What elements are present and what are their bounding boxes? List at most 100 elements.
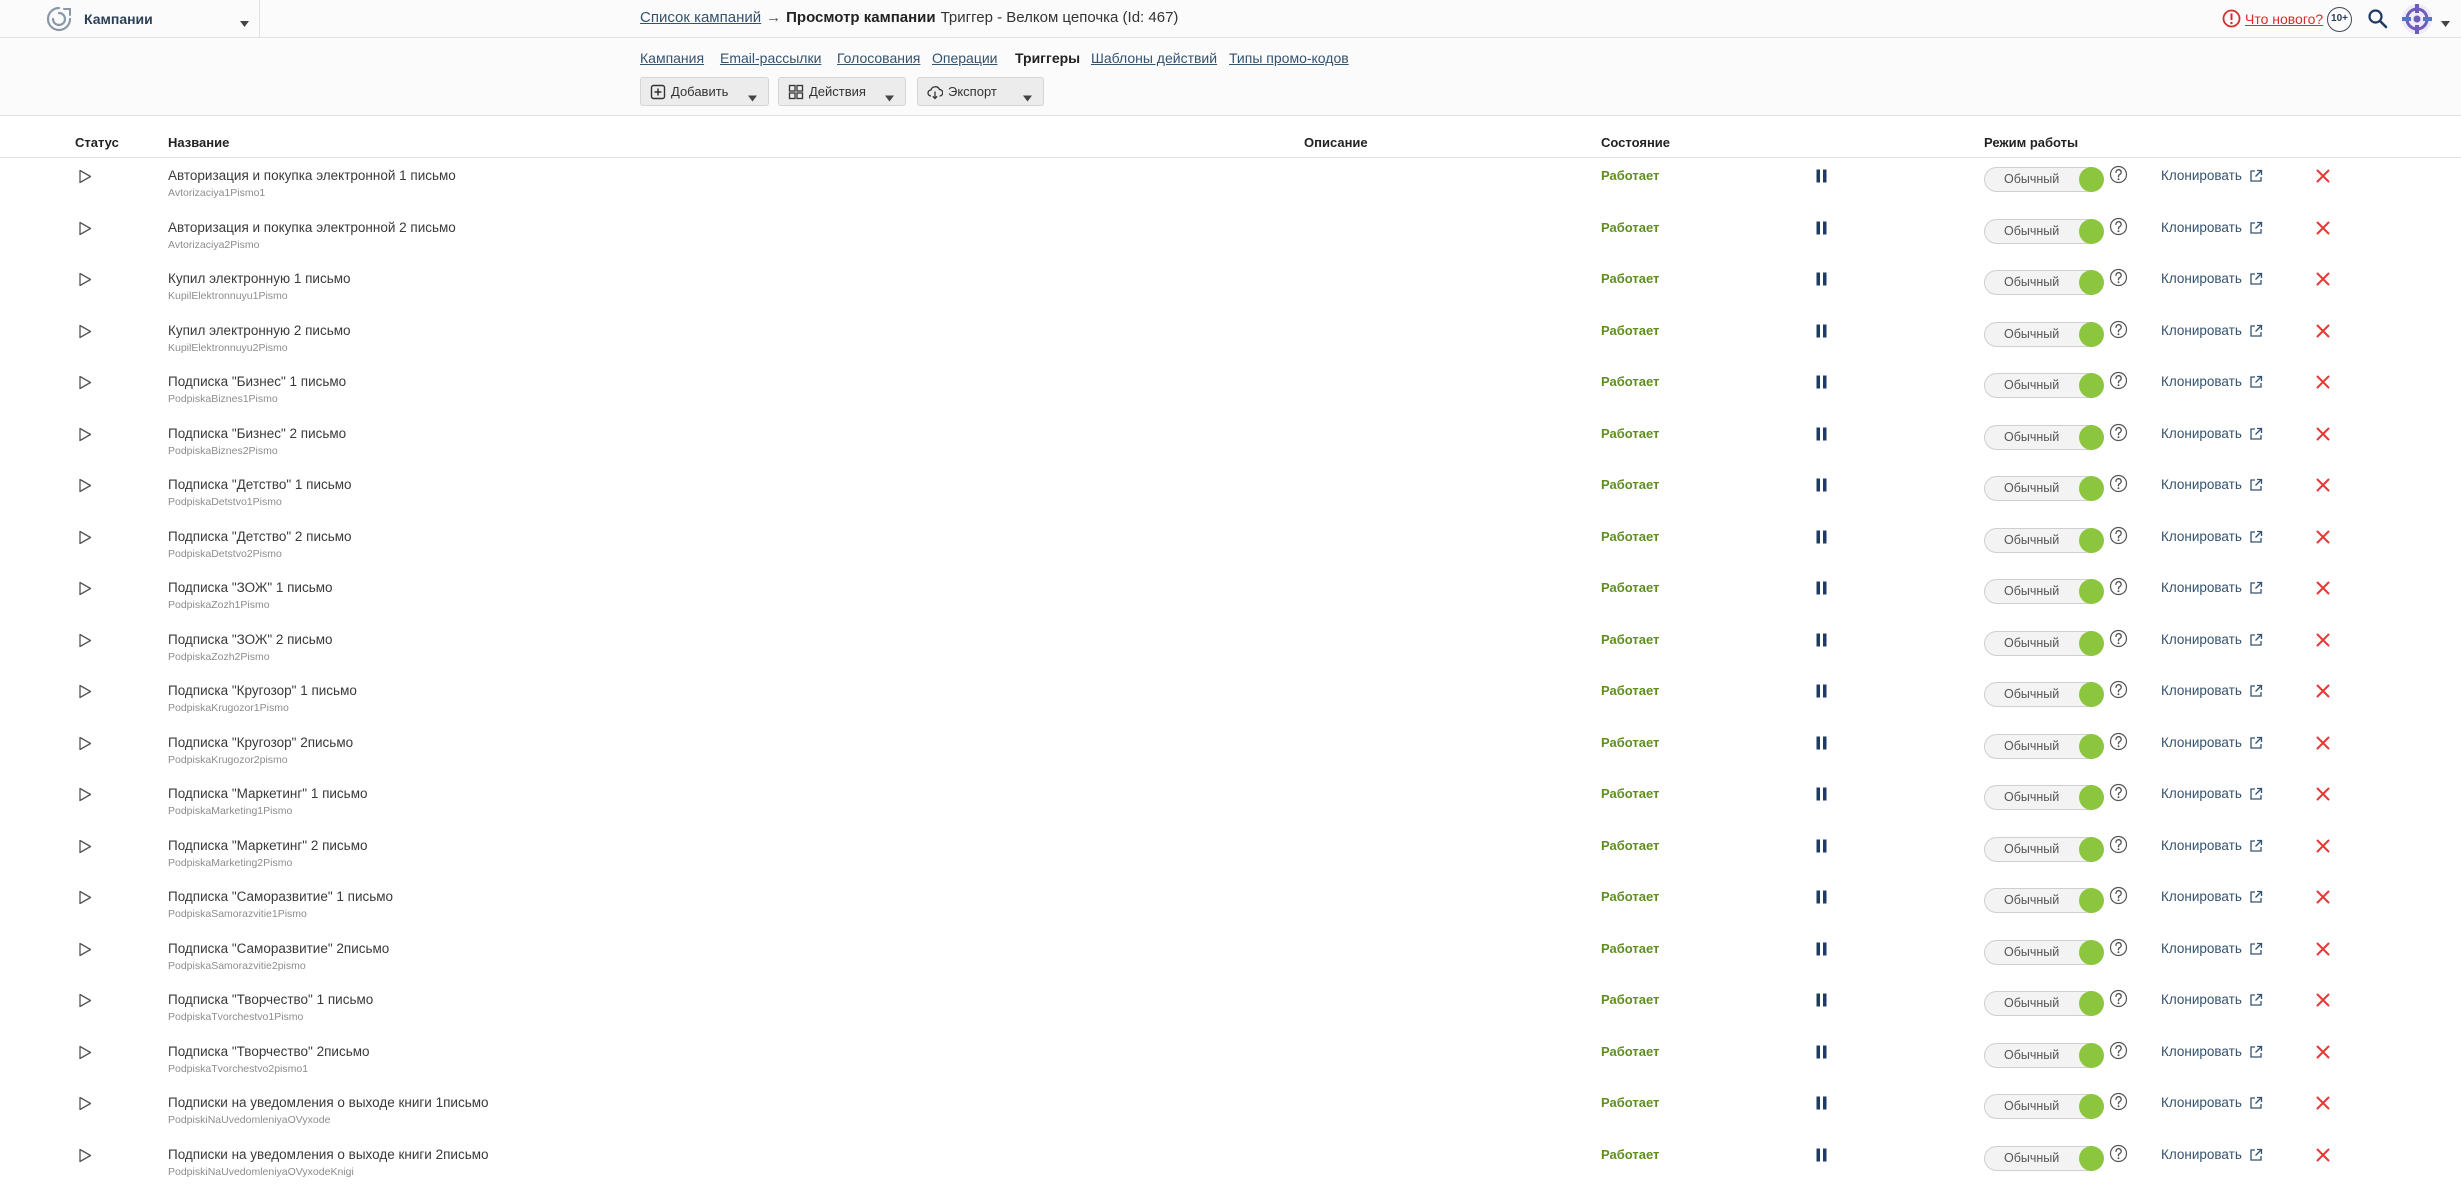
play-icon[interactable] xyxy=(78,221,92,236)
mode-toggle[interactable]: Обычный xyxy=(1984,321,2104,347)
clone-link[interactable]: Клонировать xyxy=(2161,682,2263,700)
close-icon[interactable] xyxy=(2315,271,2331,287)
help-icon[interactable] xyxy=(2109,629,2128,648)
help-icon[interactable] xyxy=(2109,526,2128,545)
close-icon[interactable] xyxy=(2315,323,2331,339)
play-icon[interactable] xyxy=(78,736,92,751)
play-icon[interactable] xyxy=(78,890,92,905)
mode-toggle[interactable]: Обычный xyxy=(1984,476,2104,501)
help-icon[interactable] xyxy=(2109,1144,2128,1163)
close-icon[interactable] xyxy=(2315,220,2331,236)
play-icon[interactable] xyxy=(78,427,92,442)
play-icon[interactable] xyxy=(78,993,92,1008)
help-icon[interactable] xyxy=(2109,783,2128,802)
clone-link[interactable]: Клонировать xyxy=(2161,940,2263,958)
mode-toggle[interactable]: Обычный xyxy=(1984,218,2104,244)
mode-toggle[interactable]: Обычный xyxy=(1984,991,2104,1016)
clone-link[interactable]: Клонировать xyxy=(2161,373,2263,391)
help-icon[interactable] xyxy=(2109,268,2128,287)
clone-link[interactable]: Клонировать xyxy=(2161,476,2263,494)
close-icon[interactable] xyxy=(2315,374,2331,390)
close-icon[interactable] xyxy=(2315,683,2331,699)
pause-icon[interactable] xyxy=(1816,633,1827,647)
tab-promo-code-types[interactable]: Типы промо-кодов xyxy=(1229,49,1349,67)
tab-action-templates[interactable]: Шаблоны действий xyxy=(1091,49,1217,67)
play-icon[interactable] xyxy=(78,272,92,287)
export-button[interactable]: Экспорт xyxy=(917,77,1044,106)
tab-polls[interactable]: Голосования xyxy=(837,49,920,67)
search-icon[interactable] xyxy=(2367,8,2388,29)
app-title[interactable]: Кампании xyxy=(84,9,153,29)
mode-toggle[interactable]: Обычный xyxy=(1984,939,2104,965)
close-icon[interactable] xyxy=(2315,992,2331,1008)
close-icon[interactable] xyxy=(2315,889,2331,905)
play-icon[interactable] xyxy=(78,530,92,545)
pause-icon[interactable] xyxy=(1816,839,1827,853)
clone-link[interactable]: Клонировать xyxy=(2161,837,2263,855)
play-icon[interactable] xyxy=(78,839,92,854)
clone-link[interactable]: Клонировать xyxy=(2161,425,2263,443)
play-icon[interactable] xyxy=(78,375,92,390)
clone-link[interactable]: Клонировать xyxy=(2161,579,2263,597)
clone-link[interactable]: Клонировать xyxy=(2161,167,2263,185)
clone-link[interactable]: Клонировать xyxy=(2161,631,2263,649)
close-icon[interactable] xyxy=(2315,941,2331,957)
close-icon[interactable] xyxy=(2315,168,2331,184)
close-icon[interactable] xyxy=(2315,580,2331,596)
close-icon[interactable] xyxy=(2315,1044,2331,1060)
pause-icon[interactable] xyxy=(1816,478,1827,492)
mode-toggle[interactable]: Обычный xyxy=(1984,579,2104,604)
actions-button[interactable]: Действия xyxy=(778,77,906,106)
alert-icon[interactable] xyxy=(2222,9,2241,28)
mode-toggle[interactable]: Обычный xyxy=(1984,1094,2104,1119)
clone-link[interactable]: Клонировать xyxy=(2161,991,2263,1009)
play-icon[interactable] xyxy=(78,581,92,596)
clone-link[interactable]: Клонировать xyxy=(2161,734,2263,752)
play-icon[interactable] xyxy=(78,324,92,339)
help-icon[interactable] xyxy=(2109,886,2128,905)
mode-toggle[interactable]: Обычный xyxy=(1984,785,2104,810)
close-icon[interactable] xyxy=(2315,1095,2331,1111)
pause-icon[interactable] xyxy=(1816,890,1827,904)
mode-toggle[interactable]: Обычный xyxy=(1984,630,2104,656)
help-icon[interactable] xyxy=(2109,1092,2128,1111)
pause-icon[interactable] xyxy=(1816,1045,1827,1059)
clone-link[interactable]: Клонировать xyxy=(2161,1043,2263,1061)
close-icon[interactable] xyxy=(2315,477,2331,493)
help-icon[interactable] xyxy=(2109,371,2128,390)
mode-toggle[interactable]: Обычный xyxy=(1984,373,2104,398)
clone-link[interactable]: Клонировать xyxy=(2161,1146,2263,1164)
help-icon[interactable] xyxy=(2109,217,2128,236)
help-icon[interactable] xyxy=(2109,320,2128,339)
mode-toggle[interactable]: Обычный xyxy=(1984,270,2104,295)
mode-toggle[interactable]: Обычный xyxy=(1984,167,2104,192)
pause-icon[interactable] xyxy=(1816,684,1827,698)
pause-icon[interactable] xyxy=(1816,1096,1827,1110)
help-icon[interactable] xyxy=(2109,577,2128,596)
close-icon[interactable] xyxy=(2315,1147,2331,1163)
pause-icon[interactable] xyxy=(1816,942,1827,956)
play-icon[interactable] xyxy=(78,942,92,957)
close-icon[interactable] xyxy=(2315,735,2331,751)
play-icon[interactable] xyxy=(78,684,92,699)
tab-campaign[interactable]: Кампания xyxy=(640,49,704,67)
notifications-badge[interactable]: 10+ xyxy=(2327,7,2352,32)
help-icon[interactable] xyxy=(2109,989,2128,1008)
pause-icon[interactable] xyxy=(1816,169,1827,183)
help-icon[interactable] xyxy=(2109,1041,2128,1060)
breadcrumb-campaign-list-link[interactable]: Список кампаний xyxy=(640,9,761,26)
whats-new-link[interactable]: Что нового? xyxy=(2245,9,2323,29)
help-icon[interactable] xyxy=(2109,680,2128,699)
pause-icon[interactable] xyxy=(1816,736,1827,750)
pause-icon[interactable] xyxy=(1816,272,1827,286)
pause-icon[interactable] xyxy=(1816,324,1827,338)
help-icon[interactable] xyxy=(2109,938,2128,957)
clone-link[interactable]: Клонировать xyxy=(2161,219,2263,237)
close-icon[interactable] xyxy=(2315,632,2331,648)
clone-link[interactable]: Клонировать xyxy=(2161,528,2263,546)
help-icon[interactable] xyxy=(2109,835,2128,854)
mode-toggle[interactable]: Обычный xyxy=(1984,1145,2104,1171)
help-icon[interactable] xyxy=(2109,732,2128,751)
pause-icon[interactable] xyxy=(1816,375,1827,389)
pause-icon[interactable] xyxy=(1816,1148,1827,1162)
